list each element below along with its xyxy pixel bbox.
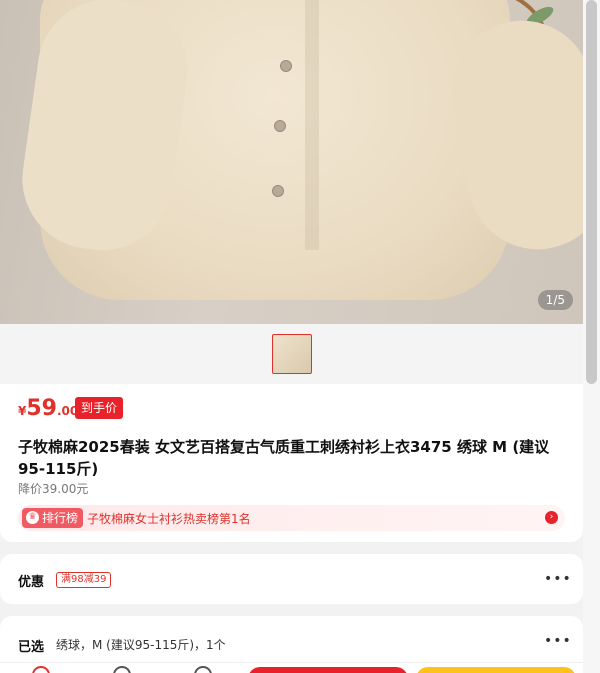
scrollbar-thumb[interactable] bbox=[586, 0, 597, 384]
selection-label: 已选 bbox=[18, 640, 45, 655]
ranking-text: 子牧棉麻女士衬衫热卖榜第1名 bbox=[87, 512, 251, 526]
thumbnail-selected[interactable] bbox=[272, 334, 312, 374]
more-options-icon[interactable]: ••• bbox=[544, 633, 572, 649]
image-counter-total: /5 bbox=[553, 293, 565, 307]
blouse-graphic bbox=[13, 0, 583, 300]
final-price-tag: 到手价 bbox=[75, 397, 124, 419]
chevron-right-icon[interactable]: › bbox=[545, 511, 558, 524]
product-title: 子牧棉麻2025春装 女文艺百搭复古气质重工刺绣衬衫上衣3475 绣球 M (建… bbox=[18, 438, 550, 478]
price: ¥59.00 bbox=[18, 396, 78, 421]
price-integer: 59 bbox=[26, 396, 57, 421]
product-image-carousel[interactable]: 1/5 bbox=[0, 0, 583, 324]
ranking-badge: ♛ 排行榜 bbox=[22, 508, 84, 528]
trophy-icon: ♛ bbox=[26, 511, 39, 524]
coupon-badge: 满98减39 bbox=[56, 572, 112, 588]
selection-value: 绣球，M (建议95-115斤)，1个 bbox=[56, 638, 226, 652]
promotion-label: 优惠 bbox=[18, 575, 45, 590]
add-to-cart-button[interactable] bbox=[248, 667, 408, 673]
buy-now-button[interactable] bbox=[416, 667, 576, 673]
price-drop-text: 降价39.00元 bbox=[18, 482, 89, 496]
image-counter: 1/5 bbox=[537, 290, 573, 310]
more-options-icon[interactable]: ••• bbox=[544, 571, 572, 587]
ranking-badge-label: 排行榜 bbox=[42, 511, 79, 525]
